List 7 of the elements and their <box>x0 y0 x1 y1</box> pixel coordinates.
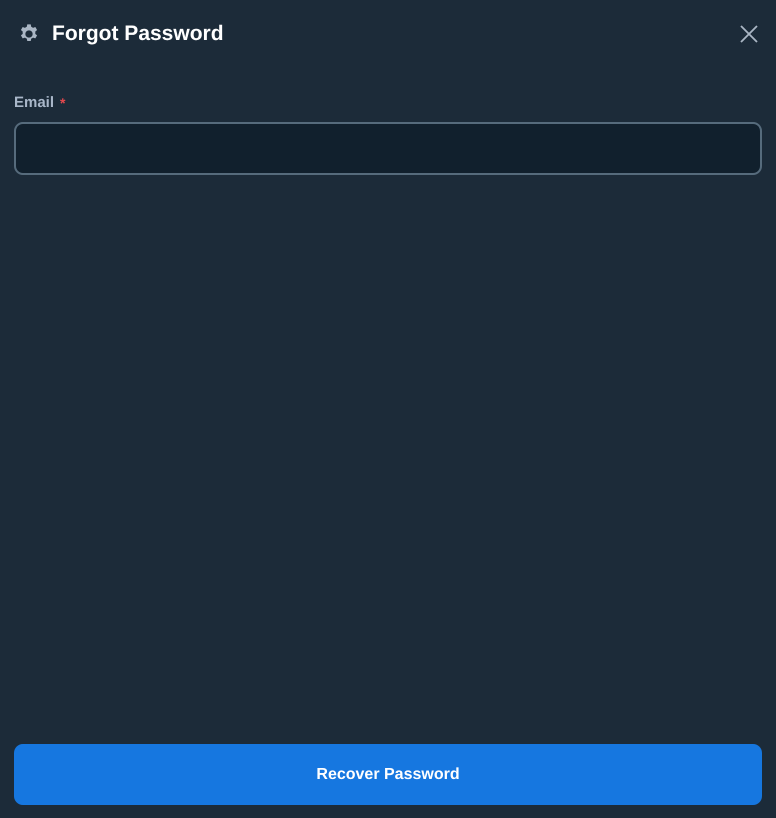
recover-password-button[interactable]: Recover Password <box>14 744 762 805</box>
email-field[interactable] <box>14 122 762 175</box>
field-label: Email <box>14 92 54 113</box>
required-mark: * <box>60 94 66 112</box>
close-button[interactable] <box>738 22 760 44</box>
close-icon <box>739 24 759 44</box>
dialog-title: Forgot Password <box>52 20 224 47</box>
